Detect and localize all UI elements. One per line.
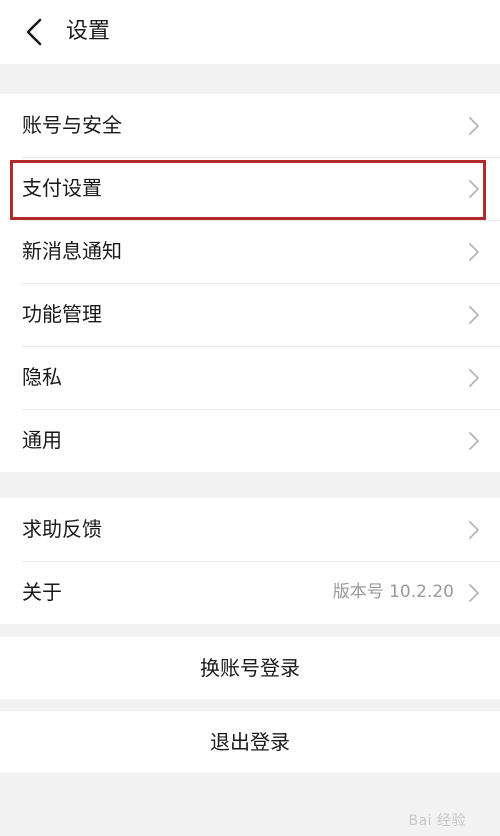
settings-group-main: 账号与安全 支付设置 新消息通知 功能管理 隐私 通用	[0, 94, 500, 472]
settings-item-privacy[interactable]: 隐私	[0, 346, 500, 409]
settings-item-label: 功能管理	[22, 302, 102, 326]
settings-item-general[interactable]: 通用	[0, 409, 500, 472]
page-title: 设置	[66, 19, 111, 44]
settings-item-label: 隐私	[22, 365, 62, 389]
settings-item-feature-management[interactable]: 功能管理	[0, 283, 500, 346]
chevron-right-icon	[468, 431, 480, 451]
settings-item-notifications[interactable]: 新消息通知	[0, 220, 500, 283]
version-value: 版本号 10.2.20	[332, 582, 454, 602]
switch-account-button[interactable]: 换账号登录	[0, 637, 500, 699]
watermark: Bai 经验	[408, 813, 466, 829]
settings-item-about[interactable]: 关于 版本号 10.2.20	[0, 561, 500, 624]
chevron-right-icon	[468, 242, 480, 262]
back-button[interactable]	[18, 14, 54, 50]
settings-item-label: 关于	[22, 580, 62, 604]
settings-item-label: 新消息通知	[22, 239, 122, 263]
settings-item-label: 求助反馈	[22, 517, 102, 541]
settings-item-label: 通用	[22, 428, 62, 452]
chevron-left-icon	[18, 14, 54, 50]
chevron-right-icon	[468, 520, 480, 540]
chevron-right-icon	[468, 368, 480, 388]
chevron-right-icon	[468, 305, 480, 325]
settings-group-help: 求助反馈 关于 版本号 10.2.20	[0, 498, 500, 624]
chevron-right-icon	[468, 116, 480, 136]
settings-item-label: 账号与安全	[22, 113, 122, 137]
top-bar: 设置	[0, 0, 500, 64]
settings-item-account-security[interactable]: 账号与安全	[0, 94, 500, 157]
logout-button[interactable]: 退出登录	[0, 711, 500, 773]
chevron-right-icon	[468, 179, 480, 199]
chevron-right-icon	[468, 583, 480, 603]
settings-item-help-feedback[interactable]: 求助反馈	[0, 498, 500, 561]
settings-item-payment[interactable]: 支付设置	[0, 157, 500, 220]
settings-item-label: 支付设置	[22, 176, 102, 200]
